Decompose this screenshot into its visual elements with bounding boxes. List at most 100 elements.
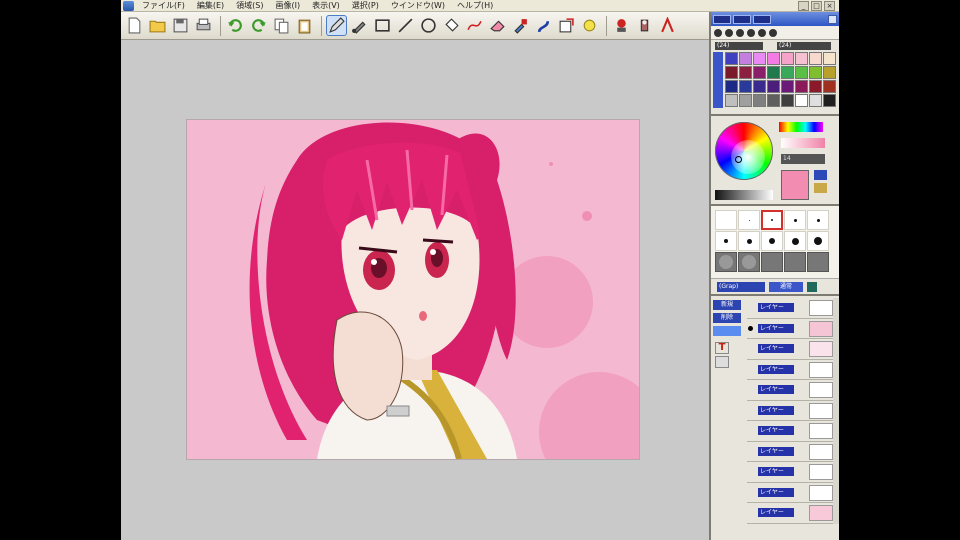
brush-size-option[interactable] [761, 252, 783, 272]
gray-slider[interactable] [715, 190, 773, 200]
palette-preset-select-2[interactable]: (24) [777, 42, 831, 50]
menu-help[interactable]: ヘルプ(H) [451, 0, 499, 12]
stamp-icon[interactable] [611, 15, 632, 36]
color-swatch[interactable] [795, 94, 808, 107]
color-swatch[interactable] [739, 66, 752, 79]
new-layer-button[interactable]: 新規 [713, 300, 741, 310]
color-swatch[interactable] [809, 80, 822, 93]
canvas-area[interactable] [121, 40, 709, 540]
pen-icon[interactable] [326, 15, 347, 36]
blend-mode-select[interactable]: 通常 [769, 281, 803, 292]
color-swatch[interactable] [809, 94, 822, 107]
line-icon[interactable] [395, 15, 416, 36]
menu-select[interactable]: 選択(P) [346, 0, 385, 12]
color-swatch[interactable] [809, 66, 822, 79]
menu-view[interactable]: 表示(V) [306, 0, 346, 12]
menu-image[interactable]: 画像(I) [269, 0, 306, 12]
text-layer-icon[interactable]: T [715, 342, 729, 354]
color-swatch[interactable] [767, 94, 780, 107]
delete-layer-button[interactable]: 削除 [713, 313, 741, 323]
brush-size-option[interactable] [738, 210, 760, 230]
layer-row[interactable]: レイヤー [747, 339, 837, 360]
menu-selection[interactable]: 領域(S) [230, 0, 269, 12]
color-swatch[interactable] [795, 80, 808, 93]
layer-row[interactable]: レイヤー [747, 483, 837, 503]
brush-size-option[interactable] [738, 231, 760, 251]
panel-tab-hsv[interactable] [733, 14, 751, 24]
color-wheel[interactable] [715, 122, 773, 180]
blur-icon[interactable] [634, 15, 655, 36]
color-swatch[interactable] [823, 80, 836, 93]
color-swatch[interactable] [795, 52, 808, 65]
brush-size-option[interactable] [715, 231, 737, 251]
brush-size-option[interactable] [807, 210, 829, 230]
color-swatch[interactable] [781, 94, 794, 107]
color-swatch[interactable] [781, 80, 794, 93]
bezier-icon[interactable] [464, 15, 485, 36]
redo-icon[interactable] [248, 15, 269, 36]
layer-row[interactable]: レイヤー [747, 421, 837, 442]
color-swatch[interactable] [739, 94, 752, 107]
color-swatch[interactable] [753, 66, 766, 79]
sparkle-icon[interactable] [579, 15, 600, 36]
brush-preset-select[interactable]: (Grap) [717, 281, 765, 292]
brush-size-option[interactable] [807, 252, 829, 272]
color-wheel-cursor[interactable] [735, 156, 742, 163]
color-swatch[interactable] [823, 52, 836, 65]
color-swatch[interactable] [767, 52, 780, 65]
color-swatch[interactable] [823, 94, 836, 107]
undo-icon[interactable] [225, 15, 246, 36]
layer-row[interactable]: レイヤー [747, 360, 837, 380]
dropper-icon[interactable] [510, 15, 531, 36]
layer-row[interactable]: レイヤー [747, 401, 837, 421]
layer-row[interactable]: レイヤー [747, 380, 837, 401]
maximize-button[interactable]: □ [811, 1, 822, 11]
brush-size-option[interactable] [807, 231, 829, 251]
menu-window[interactable]: ウインドウ(W) [385, 0, 451, 12]
layer-opacity-bar[interactable] [713, 326, 741, 336]
minimize-button[interactable]: _ [798, 1, 809, 11]
color-swatch[interactable] [725, 80, 738, 93]
color-swatch[interactable] [823, 66, 836, 79]
brush-size-option[interactable] [784, 210, 806, 230]
new-file-icon[interactable] [124, 15, 145, 36]
palette-side-tab[interactable] [713, 52, 723, 108]
open-folder-icon[interactable] [147, 15, 168, 36]
layer-row[interactable]: レイヤー [747, 462, 837, 483]
color-swatch[interactable] [753, 52, 766, 65]
brush-option-button[interactable] [807, 281, 817, 292]
close-button[interactable]: × [824, 1, 835, 11]
brush-shape-icon[interactable] [736, 28, 744, 37]
brush-size-option[interactable] [784, 252, 806, 272]
current-color-swatch[interactable] [781, 170, 809, 200]
layer-row[interactable]: レイヤー [747, 442, 837, 462]
color-swatch[interactable] [767, 80, 780, 93]
menu-edit[interactable]: 編集(E) [191, 0, 230, 12]
color-swatch[interactable] [725, 94, 738, 107]
color-swatch[interactable] [795, 66, 808, 79]
save-icon[interactable] [170, 15, 191, 36]
brush-icon[interactable] [349, 15, 370, 36]
brush-shape-icon[interactable] [714, 28, 722, 37]
transform-icon[interactable] [556, 15, 577, 36]
brush-shape-icon[interactable] [769, 28, 777, 37]
palette-preset-select[interactable]: (24) [715, 42, 763, 50]
color-swatch[interactable] [753, 94, 766, 107]
brush-size-option[interactable] [761, 210, 783, 230]
layer-row[interactable]: レイヤー [747, 298, 837, 319]
layer-row[interactable]: レイヤー [747, 319, 837, 339]
color-mode-button[interactable] [814, 183, 827, 193]
brush-size-option[interactable] [738, 252, 760, 272]
brush-size-option[interactable] [761, 231, 783, 251]
brush-size-option[interactable] [715, 210, 737, 230]
layer-scrollbar[interactable] [833, 298, 839, 524]
saturation-slider[interactable] [781, 138, 825, 148]
eraser-icon[interactable] [487, 15, 508, 36]
app-icon[interactable] [123, 0, 134, 11]
menu-file[interactable]: ファイル(F) [136, 0, 191, 12]
drawing-canvas[interactable] [187, 120, 639, 459]
copy-icon[interactable] [271, 15, 292, 36]
ellipse-icon[interactable] [418, 15, 439, 36]
value-slider[interactable]: 14 [781, 154, 825, 164]
color-swatch[interactable] [739, 80, 752, 93]
